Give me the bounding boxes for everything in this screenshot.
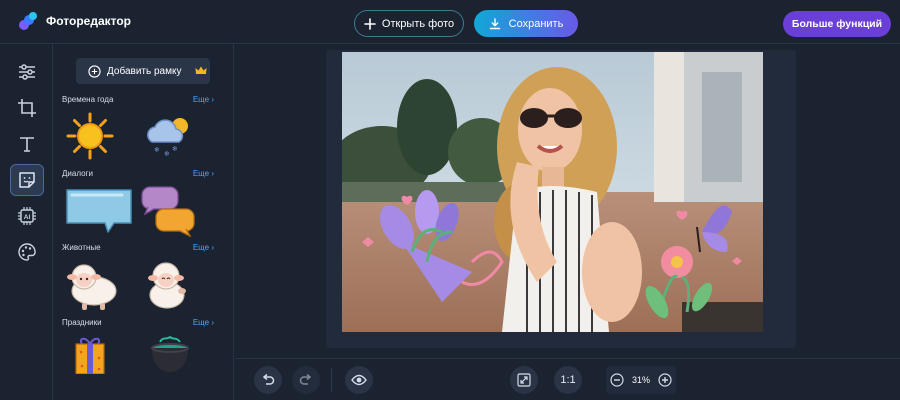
zoom-out-icon[interactable] (610, 373, 624, 387)
app-title: Фоторедактор (46, 14, 132, 28)
category-title: Времена года (62, 95, 114, 104)
svg-text:❄: ❄ (164, 150, 170, 158)
download-icon (489, 17, 500, 29)
category-holidays: Праздники Еще › (62, 318, 214, 327)
text-tool[interactable] (10, 128, 44, 160)
more-features-button[interactable]: Больше функций (783, 11, 891, 37)
crop-icon (18, 99, 36, 117)
edited-photo[interactable] (342, 52, 763, 332)
ai-chip-icon: AI (18, 207, 36, 225)
open-photo-label: Открыть фото (381, 17, 455, 30)
toolbar-divider (331, 368, 332, 392)
zoom-control: 31% (606, 366, 676, 394)
actual-size-button[interactable]: 1:1 (554, 366, 582, 394)
plus-circle-icon (88, 64, 101, 78)
category-title: Праздники (62, 318, 102, 327)
ratio-label: 1:1 (560, 374, 576, 386)
category-seasons: Времена года Еще › (62, 95, 214, 104)
svg-text:❄: ❄ (154, 146, 160, 154)
category-dialogs: Диалоги Еще › (62, 169, 214, 178)
save-button[interactable]: Сохранить (474, 10, 578, 37)
more-features-label: Больше функций (791, 18, 883, 30)
plus-icon (364, 17, 376, 30)
sheep-sticker[interactable] (64, 259, 120, 311)
svg-text:❄: ❄ (172, 145, 178, 153)
category-title: Животные (62, 243, 101, 252)
redo-icon (299, 373, 312, 385)
app-logo[interactable]: Фоторедактор (18, 11, 131, 31)
zoom-in-icon[interactable] (658, 373, 672, 387)
category-more-link[interactable]: Еще › (193, 169, 214, 178)
undo-button[interactable] (254, 366, 282, 394)
sliders-icon (19, 64, 35, 80)
redo-button[interactable] (292, 366, 320, 394)
zoom-value: 31% (631, 375, 650, 385)
category-animals: Животные Еще › (62, 243, 214, 252)
preview-button[interactable] (345, 366, 373, 394)
gift-sticker[interactable] (74, 334, 106, 374)
palette-icon (18, 243, 36, 261)
snow-cloud-sticker[interactable]: ❄ ❄ ❄ (142, 112, 196, 158)
category-more-link[interactable]: Еще › (193, 243, 214, 252)
category-title: Диалоги (62, 169, 93, 178)
adjust-tool[interactable] (10, 56, 44, 88)
crown-icon (195, 66, 207, 74)
chat-bubbles-sticker[interactable] (140, 185, 196, 237)
photo-canvas[interactable] (342, 52, 763, 332)
sticker-tool[interactable] (10, 164, 44, 196)
sheep-waving-sticker[interactable] (142, 259, 192, 311)
save-label: Сохранить (508, 17, 564, 30)
category-more-link[interactable]: Еще › (193, 95, 214, 104)
add-frame-label: Добавить рамку (107, 65, 182, 77)
undo-icon (262, 373, 275, 385)
svg-text:AI: AI (24, 214, 31, 221)
ai-tool[interactable]: AI (10, 200, 44, 232)
add-frame-button[interactable]: Добавить рамку (76, 58, 210, 84)
text-icon (20, 137, 34, 152)
sun-sticker[interactable] (66, 112, 114, 160)
sticker-icon (19, 172, 35, 188)
eye-icon (351, 374, 367, 386)
tool-sidebar: AI (0, 44, 53, 400)
cauldron-sticker[interactable] (148, 334, 192, 374)
filters-tool[interactable] (10, 236, 44, 268)
logo-icon (19, 12, 37, 30)
sticker-panel: Добавить рамку Времена года Еще › ❄ ❄ ❄ … (54, 44, 234, 400)
speech-bubble-sticker[interactable] (64, 185, 134, 235)
category-more-link[interactable]: Еще › (193, 318, 214, 327)
expand-icon (517, 373, 531, 387)
top-bar: Фоторедактор Открыть фото Сохранить Боль… (0, 0, 900, 44)
fit-screen-button[interactable] (510, 366, 538, 394)
open-photo-button[interactable]: Открыть фото (354, 10, 464, 37)
crop-tool[interactable] (10, 92, 44, 124)
